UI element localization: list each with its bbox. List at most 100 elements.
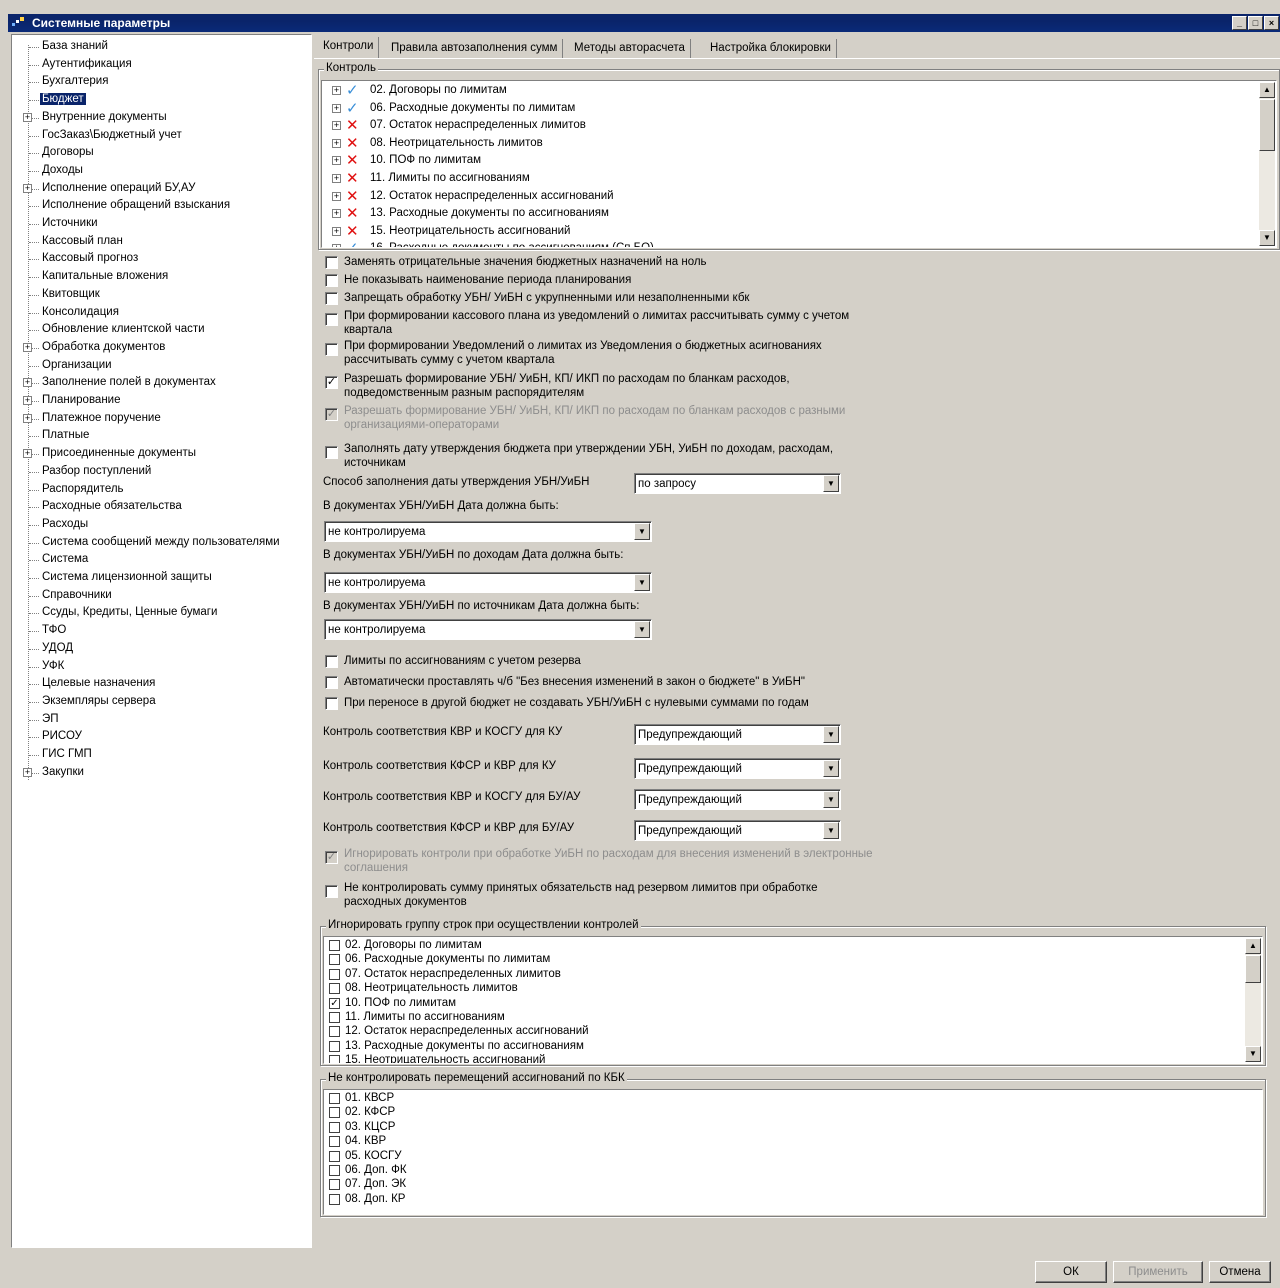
chevron-down-icon[interactable]: ▼: [634, 574, 650, 591]
close-button[interactable]: ×: [1264, 16, 1279, 30]
match-control-select[interactable]: Предупреждающий ▼: [634, 758, 841, 779]
control-list[interactable]: + ✓ 16. Расходные документы по ассигновани…: [321, 80, 1277, 248]
match-control-select[interactable]: Предупреждающий ▼: [634, 789, 841, 810]
tree-item[interactable]: Исполнение обращений взыскания: [12, 197, 307, 215]
checkbox[interactable]: [325, 885, 338, 898]
tree-item[interactable]: Источники: [12, 215, 307, 233]
tree-item[interactable]: УДОД: [12, 640, 307, 658]
option-checkbox[interactable]: Заменять отрицательные значения бюджетны…: [325, 255, 885, 271]
checkbox[interactable]: [325, 256, 338, 269]
checkbox[interactable]: [329, 1165, 340, 1176]
tree-item[interactable]: Система лицензионной защиты: [12, 569, 307, 587]
tab-3[interactable]: Настройка блокировки: [705, 39, 837, 58]
tree-item[interactable]: + Платежное поручение: [12, 410, 307, 428]
checkbox[interactable]: [325, 446, 338, 459]
tree-item[interactable]: ЭП: [12, 711, 307, 729]
checkbox[interactable]: [329, 1193, 340, 1205]
tree-item[interactable]: Разбор поступлений: [12, 463, 307, 481]
checkbox[interactable]: [329, 1107, 340, 1119]
tree-item[interactable]: Справочники: [12, 587, 307, 605]
expand-icon[interactable]: +: [332, 103, 341, 113]
checkbox[interactable]: [329, 954, 340, 966]
tree-item[interactable]: Договоры: [12, 144, 307, 162]
checkbox[interactable]: [329, 1136, 340, 1148]
expand-icon[interactable]: +: [23, 396, 32, 405]
scroll-thumb[interactable]: [1245, 955, 1261, 983]
checkbox[interactable]: [329, 1026, 340, 1038]
match-control-select[interactable]: Предупреждающий ▼: [634, 724, 841, 745]
tree-item[interactable]: + Присоединенные документы: [12, 445, 307, 463]
chevron-down-icon[interactable]: ▼: [634, 523, 650, 540]
option-checkbox[interactable]: При формировании Уведомлений о лимитах и…: [325, 339, 885, 367]
date-rule-select[interactable]: не контролируема ▼: [324, 521, 652, 542]
tree-item[interactable]: Платные: [12, 427, 307, 445]
tab-0[interactable]: Контроли: [318, 37, 380, 59]
settings-tree[interactable]: База знаний Аутентификация Бухгалтерия Бюдж…: [11, 34, 312, 1248]
scroll-up-button[interactable]: ▲: [1245, 938, 1261, 954]
option-checkbox[interactable]: При переносе в другой бюджет не создават…: [325, 696, 885, 712]
tree-item[interactable]: РИСОУ: [12, 728, 307, 746]
tree-item[interactable]: Организации: [12, 357, 307, 375]
expand-icon[interactable]: +: [332, 121, 341, 131]
expand-icon[interactable]: +: [23, 449, 32, 459]
checkbox[interactable]: [329, 1055, 340, 1063]
tab-2[interactable]: Методы авторасчета: [569, 39, 691, 58]
chevron-down-icon[interactable]: ▼: [823, 475, 839, 492]
tree-item[interactable]: ТФО: [12, 622, 307, 640]
tree-item[interactable]: Доходы: [12, 162, 307, 180]
date-rule-select[interactable]: не контролируема ▼: [324, 619, 652, 640]
tab-1[interactable]: Правила автозаполнения сумм: [386, 39, 564, 58]
tree-item[interactable]: Бюджет: [12, 91, 307, 109]
scroll-down-button[interactable]: ▼: [1245, 1046, 1261, 1062]
maximize-button[interactable]: □: [1248, 16, 1263, 30]
tree-item[interactable]: Обновление клиентской части: [12, 321, 307, 339]
checkbox[interactable]: [325, 343, 338, 356]
ignore-list-scrollbar[interactable]: ▲ ▼: [1245, 938, 1261, 1062]
checkbox[interactable]: [329, 1179, 340, 1191]
checkbox[interactable]: ✓: [329, 997, 340, 1009]
expand-icon[interactable]: +: [332, 244, 341, 247]
ignore-list[interactable]: ▲ ▼ 02. Договоры по лимитам 06. Расходные…: [323, 936, 1263, 1064]
option-checkbox[interactable]: Лимиты по ассигнованиям с учетом резерва: [325, 654, 885, 670]
expand-icon[interactable]: +: [23, 342, 32, 352]
tree-item[interactable]: + Заполнение полей в документах: [12, 374, 307, 392]
checkbox[interactable]: [329, 1121, 340, 1133]
cancel-button[interactable]: Отмена: [1209, 1261, 1271, 1283]
expand-icon[interactable]: +: [23, 112, 32, 122]
chevron-down-icon[interactable]: ▼: [823, 760, 839, 777]
tree-item[interactable]: + Закупки: [12, 764, 307, 782]
tree-item[interactable]: Ссуды, Кредиты, Ценные бумаги: [12, 604, 307, 622]
expand-icon[interactable]: +: [332, 138, 341, 148]
checkbox[interactable]: [329, 1040, 340, 1052]
ok-button[interactable]: ОК: [1035, 1261, 1107, 1283]
option-checkbox[interactable]: При формировании кассового плана из увед…: [325, 309, 885, 337]
checkbox[interactable]: [325, 313, 338, 326]
tree-item[interactable]: Бухгалтерия: [12, 73, 307, 91]
option-checkbox[interactable]: Запрещать обработку УБН/ УиБН с укрупнен…: [325, 291, 885, 307]
date-rule-select[interactable]: не контролируема ▼: [324, 572, 652, 593]
tree-item[interactable]: Экземпляры сервера: [12, 693, 307, 711]
expand-icon[interactable]: +: [332, 191, 341, 201]
expand-icon[interactable]: +: [332, 209, 341, 219]
checkbox[interactable]: [329, 1093, 340, 1104]
scroll-up-button[interactable]: ▲: [1259, 82, 1275, 98]
checkbox[interactable]: [329, 983, 340, 995]
tree-item[interactable]: Капитальные вложения: [12, 268, 307, 286]
tree-item[interactable]: Кассовый прогноз: [12, 250, 307, 268]
checkbox[interactable]: [325, 292, 338, 305]
tree-item[interactable]: + Обработка документов: [12, 339, 307, 357]
expand-icon[interactable]: +: [332, 174, 341, 183]
checkbox[interactable]: [325, 676, 338, 689]
checkbox[interactable]: ✓: [325, 376, 338, 389]
option-checkbox[interactable]: Заполнять дату утверждения бюджета при у…: [325, 442, 885, 470]
option-checkbox[interactable]: ✓ Разрешать формирование УБН/ УиБН, КП/ И…: [325, 372, 885, 400]
tree-item[interactable]: Распорядитель: [12, 481, 307, 499]
tree-item[interactable]: Система: [12, 551, 307, 569]
checkbox[interactable]: [325, 697, 338, 710]
tree-item[interactable]: ГИС ГМП: [12, 746, 307, 764]
tree-item[interactable]: + Планирование: [12, 392, 307, 410]
expand-icon[interactable]: +: [332, 156, 341, 166]
tree-item[interactable]: Система сообщений между пользователями: [12, 534, 307, 552]
date-fill-select[interactable]: по запросу ▼: [634, 473, 841, 494]
expand-icon[interactable]: +: [332, 226, 341, 236]
